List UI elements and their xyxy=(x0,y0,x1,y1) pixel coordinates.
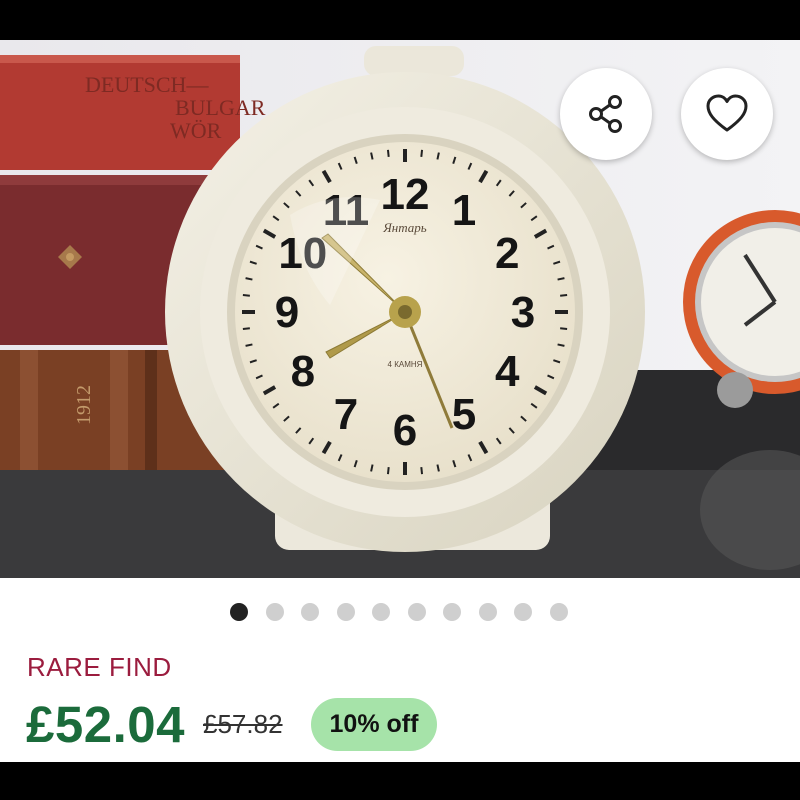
book-title-line-3: WÖR xyxy=(170,118,222,143)
clock-number: 9 xyxy=(275,288,299,337)
clock-brand: Янтарь xyxy=(382,220,427,235)
carousel-dot[interactable] xyxy=(407,603,426,621)
share-icon xyxy=(589,95,622,133)
price-row: £52.04 £57.82 10% off xyxy=(26,692,438,756)
discount-badge: 10% off xyxy=(310,697,438,751)
clock-tick xyxy=(386,467,390,475)
carousel-dot[interactable] xyxy=(514,603,532,621)
clock-tick xyxy=(436,464,440,472)
status-bar xyxy=(0,0,800,40)
clock-tick xyxy=(242,293,250,297)
carousel-dot[interactable] xyxy=(443,603,461,621)
clock-tick xyxy=(557,277,565,281)
clock-number: 5 xyxy=(452,390,476,439)
product-screen: DEUTSCH— BULGAR WÖR 1912 12 1 2 3 4 5 6 … xyxy=(0,40,800,762)
clock-number: 12 xyxy=(381,170,430,219)
heart-icon xyxy=(706,94,748,132)
product-photo: DEUTSCH— BULGAR WÖR 1912 12 123456789101… xyxy=(0,40,800,578)
carousel-dot[interactable] xyxy=(549,603,568,621)
clock-tick xyxy=(557,343,565,347)
carousel-indicators xyxy=(230,603,568,623)
book-year: 1912 xyxy=(73,385,95,425)
carousel-dot[interactable] xyxy=(265,603,284,621)
rare-find-badge: RARE FIND xyxy=(27,652,172,682)
navigation-bar xyxy=(0,762,800,800)
clock-tick xyxy=(370,152,374,160)
clock-tick xyxy=(245,277,253,281)
clock-tick xyxy=(245,343,253,347)
clock-tick xyxy=(436,152,440,160)
clock-tick xyxy=(560,293,568,297)
carousel-dot[interactable] xyxy=(301,603,319,621)
book-title-line-2: BULGAR xyxy=(175,95,266,120)
carousel-dot[interactable] xyxy=(372,603,390,621)
clock-tick xyxy=(386,149,390,157)
share-button[interactable] xyxy=(560,68,652,160)
current-price: £52.04 xyxy=(26,695,185,753)
clock-tick xyxy=(420,467,424,475)
book-title-line-1: DEUTSCH— xyxy=(85,72,209,97)
carousel-dot[interactable] xyxy=(336,603,355,621)
clock-movement-label: 4 КАМНЯ xyxy=(388,360,423,369)
original-price: £57.82 xyxy=(203,708,283,739)
product-image[interactable]: DEUTSCH— BULGAR WÖR 1912 12 1 2 3 4 5 6 … xyxy=(0,40,800,578)
clock-tick xyxy=(370,464,374,472)
clock-number: 6 xyxy=(393,406,417,455)
clock-tick xyxy=(242,327,250,331)
clock-number: 3 xyxy=(511,288,535,337)
carousel-dot[interactable] xyxy=(478,603,497,621)
clock-number: 1 xyxy=(452,186,476,235)
clock-number: 2 xyxy=(495,229,519,278)
clock-number: 4 xyxy=(495,347,520,396)
clock-number: 7 xyxy=(334,390,358,439)
favorite-button[interactable] xyxy=(681,68,773,160)
clock-number: 8 xyxy=(291,347,315,396)
carousel-dot[interactable] xyxy=(230,603,248,621)
clock-tick xyxy=(420,149,424,157)
clock-tick xyxy=(560,327,568,331)
